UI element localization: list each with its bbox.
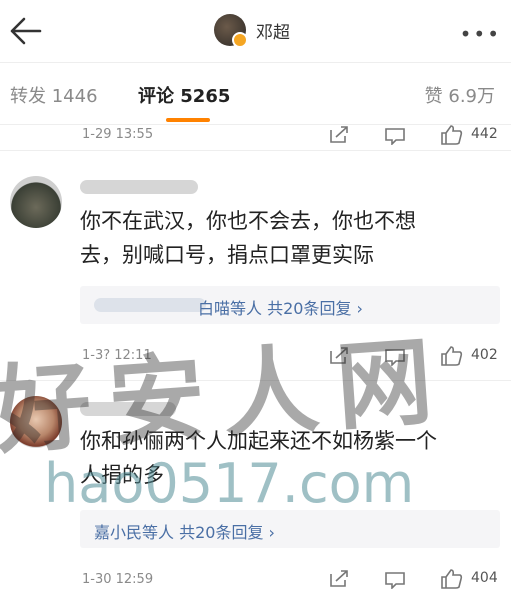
like-icon[interactable] (440, 124, 464, 146)
repost-icon[interactable] (328, 569, 350, 589)
watermark-url: hao0517.com (44, 452, 415, 515)
like-count: 402 (471, 347, 498, 363)
back-arrow-icon[interactable] (6, 14, 46, 48)
comment-icon[interactable] (384, 569, 406, 589)
tab-like[interactable]: 赞 6.9万 (425, 82, 495, 108)
reply-preview[interactable]: 嘉小民等人 共20条回复 › (80, 510, 500, 548)
divider (0, 124, 511, 125)
top-bar: 邓超 ••• (0, 0, 511, 63)
profile-header[interactable]: 邓超 (214, 14, 290, 48)
commenter-name-blurred[interactable] (80, 180, 198, 194)
comment-time: 1-29 13:55 (82, 127, 154, 142)
reply-link[interactable]: 嘉小民等人 共20条回复 › (94, 519, 275, 543)
tab-repost[interactable]: 转发 1446 (10, 82, 98, 108)
active-tab-indicator (166, 118, 210, 122)
comment-icon[interactable] (384, 125, 406, 145)
tab-bar: 转发 1446 评论 5265 赞 6.9万 (0, 62, 511, 124)
avatar[interactable] (214, 14, 248, 48)
comment-text: 你不在武汉，你也不会去，你也不想 去，别喊口号，捐点口罩更实际 (80, 209, 416, 267)
username[interactable]: 邓超 (256, 18, 290, 43)
like-icon[interactable] (440, 568, 464, 590)
like-count: 442 (471, 126, 498, 142)
repost-icon[interactable] (328, 125, 350, 145)
commenter-avatar[interactable] (10, 176, 62, 228)
comment-time: 1-30 12:59 (82, 572, 154, 587)
more-dots-icon[interactable]: ••• (460, 22, 501, 46)
verified-badge-icon (232, 32, 248, 48)
like-count: 404 (471, 570, 498, 586)
reply-names-blurred (94, 298, 206, 312)
divider (0, 150, 511, 151)
tab-comment[interactable]: 评论 5265 (138, 82, 230, 108)
